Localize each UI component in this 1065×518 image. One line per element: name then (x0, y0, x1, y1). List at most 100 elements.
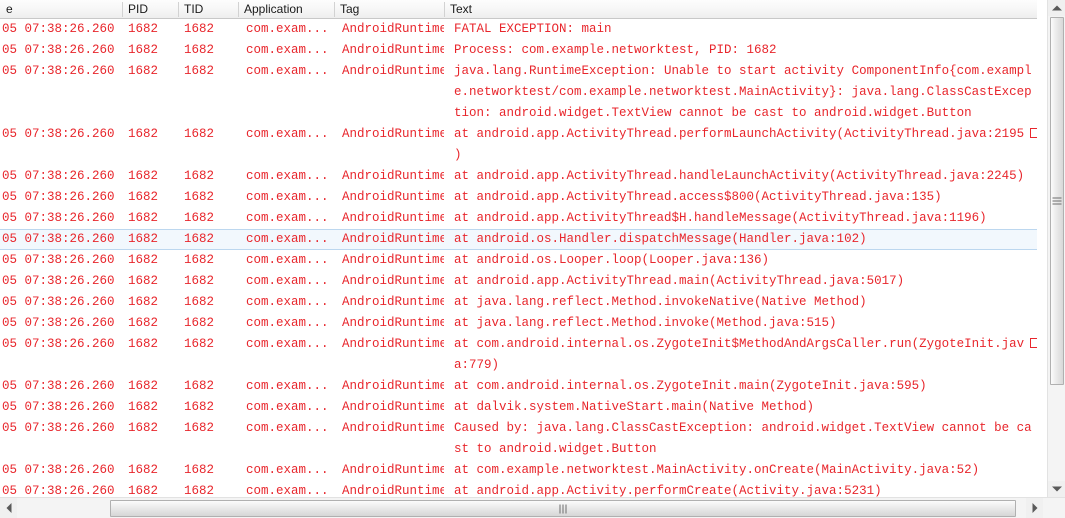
column-divider[interactable] (122, 2, 123, 17)
cell-tid: 1682 (184, 463, 215, 477)
cell-tid: 1682 (184, 295, 215, 309)
cell-time: 05 07:38:26.260 (2, 43, 115, 57)
cell-tid (178, 439, 238, 460)
table-row[interactable]: ) (0, 145, 1037, 166)
column-header-pid[interactable]: PID (122, 0, 178, 18)
table-row[interactable]: 05 07:38:26.260 1682 1682 com.exam... Androi… (0, 187, 1037, 208)
cell-tag: AndroidRuntime (342, 295, 444, 309)
column-header-time[interactable]: e (0, 0, 122, 18)
column-header-application[interactable]: Application (238, 0, 334, 18)
scroll-left-button[interactable] (0, 498, 17, 518)
table-row[interactable]: 05 07:38:26.260 1682 1682 com.exam... Androi… (0, 250, 1037, 271)
cell-time: 05 07:38:26.260 (2, 295, 115, 309)
column-header-tid[interactable]: TID (178, 0, 238, 18)
cell-tid: 1682 (184, 64, 215, 78)
cell-pid: 1682 (128, 64, 159, 78)
cell-time (0, 145, 122, 166)
cell-time (0, 355, 122, 376)
cell-pid: 1682 (128, 22, 159, 36)
table-row-selected[interactable]: 05 07:38:26.260 1682 1682 com.exam... Androi… (0, 229, 1037, 250)
cell-tag (334, 82, 444, 103)
cell-tid: 1682 (184, 274, 215, 288)
cell-pid: 1682 (128, 190, 159, 204)
cell-text: e.networktest/com.example.networktest.Ma… (444, 82, 1037, 103)
cell-tid (178, 82, 238, 103)
cell-tag: AndroidRuntime (342, 274, 444, 288)
cell-application (238, 145, 334, 166)
cell-text: at dalvik.system.NativeStart.main(Native… (454, 400, 815, 414)
cell-tid (178, 145, 238, 166)
table-row[interactable]: 05 07:38:26.260 1682 1682 com.exam... Androi… (0, 208, 1037, 229)
vertical-scrollbar[interactable] (1047, 0, 1065, 497)
cell-tag: AndroidRuntime (342, 253, 444, 267)
triangle-left-icon (6, 503, 11, 513)
column-divider[interactable] (444, 2, 445, 17)
logcat-panel: e PID TID Application Tag Text 05 07:38:26.26… (0, 0, 1065, 518)
table-row[interactable]: 05 07:38:26.260 1682 1682 com.exam... Androi… (0, 418, 1037, 439)
cell-pid (122, 82, 178, 103)
cell-pid: 1682 (128, 379, 159, 393)
cell-time: 05 07:38:26.260 (2, 253, 115, 267)
cell-pid: 1682 (128, 43, 159, 57)
horizontal-scrollbar-thumb[interactable] (110, 500, 1016, 517)
scroll-down-button[interactable] (1048, 481, 1065, 497)
cell-application: com.exam... (246, 253, 329, 267)
table-row[interactable]: tion: android.widget.TextView cannot be … (0, 103, 1037, 124)
table-row[interactable]: 05 07:38:26.260 1682 1682 com.exam... Androi… (0, 376, 1037, 397)
table-row[interactable]: 05 07:38:26.260 1682 1682 com.exam... Androi… (0, 166, 1037, 187)
table-row[interactable]: 05 07:38:26.260 1682 1682 com.exam... Androi… (0, 460, 1037, 481)
table-row[interactable]: 05 07:38:26.260 1682 1682 com.exam... Androi… (0, 397, 1037, 418)
table-row[interactable]: 05 07:38:26.260 1682 1682 com.exam... Androi… (0, 124, 1037, 145)
table-row[interactable]: 05 07:38:26.260 1682 1682 com.exam... Androi… (0, 61, 1037, 82)
cell-time: 05 07:38:26.260 (2, 211, 115, 225)
scroll-right-button[interactable] (1026, 498, 1043, 518)
table-row[interactable]: a:779) (0, 355, 1037, 376)
column-divider[interactable] (178, 2, 179, 17)
table-row[interactable]: e.networktest/com.example.networktest.Ma… (0, 82, 1037, 103)
cell-application: com.exam... (246, 22, 329, 36)
cell-text: FATAL EXCEPTION: main (454, 22, 612, 36)
cell-text: at com.android.internal.os.ZygoteInit$Me… (444, 334, 1037, 355)
cell-application: com.exam... (246, 64, 329, 78)
cell-text: ) (454, 148, 462, 162)
table-row[interactable]: 05 07:38:26.260 1682 1682 com.exam... Androi… (0, 292, 1037, 313)
cell-application: com.exam... (246, 484, 329, 497)
cell-tag: AndroidRuntime (342, 463, 444, 477)
column-header-text[interactable]: Text (444, 0, 1037, 18)
table-row[interactable]: 05 07:38:26.260 1682 1682 com.exam... Androi… (0, 313, 1037, 334)
cell-pid: 1682 (128, 295, 159, 309)
cell-application (238, 355, 334, 376)
cell-text: at com.example.networktest.MainActivity.… (454, 463, 980, 477)
horizontal-scrollbar[interactable] (0, 497, 1065, 518)
cell-text: at android.app.ActivityThread.handleLaun… (454, 169, 1025, 183)
cell-time: 05 07:38:26.260 (2, 421, 115, 435)
cell-tag (334, 145, 444, 166)
cell-tag: AndroidRuntime (342, 316, 444, 330)
cell-text: at android.app.Activity.performCreate(Ac… (454, 484, 882, 497)
vertical-scrollbar-thumb[interactable] (1050, 17, 1064, 385)
table-row[interactable]: 05 07:38:26.260 1682 1682 com.exam... Androi… (0, 334, 1037, 355)
cell-pid: 1682 (128, 169, 159, 183)
cell-text: st to android.widget.Button (454, 442, 657, 456)
cell-text: at android.app.ActivityThread.access$800… (454, 190, 942, 204)
column-divider[interactable] (334, 2, 335, 17)
column-divider[interactable] (238, 2, 239, 17)
cell-application: com.exam... (246, 421, 329, 435)
cell-time: 05 07:38:26.260 (2, 190, 115, 204)
cell-pid: 1682 (128, 484, 159, 497)
cell-tag: AndroidRuntime (342, 421, 444, 435)
table-row[interactable]: 05 07:38:26.260 1682 1682 com.exam... Androi… (0, 271, 1037, 292)
table-row[interactable]: st to android.widget.Button (0, 439, 1037, 460)
column-header-tag[interactable]: Tag (334, 0, 444, 18)
table-row[interactable]: 05 07:38:26.260 1682 1682 com.exam... Androi… (0, 40, 1037, 61)
cell-pid: 1682 (128, 400, 159, 414)
table-row[interactable]: 05 07:38:26.260 1682 1682 com.exam... Androi… (0, 19, 1037, 40)
cell-text: tion: android.widget.TextView cannot be … (454, 106, 972, 120)
cell-text: at com.android.internal.os.ZygoteInit.ma… (454, 379, 927, 393)
scroll-up-button[interactable] (1048, 0, 1065, 16)
cell-tid: 1682 (184, 190, 215, 204)
cell-application (238, 82, 334, 103)
cell-tag: AndroidRuntime (342, 337, 444, 351)
cell-tid: 1682 (184, 421, 215, 435)
table-row[interactable]: 05 07:38:26.260 1682 1682 com.exam... Androi… (0, 481, 1037, 497)
